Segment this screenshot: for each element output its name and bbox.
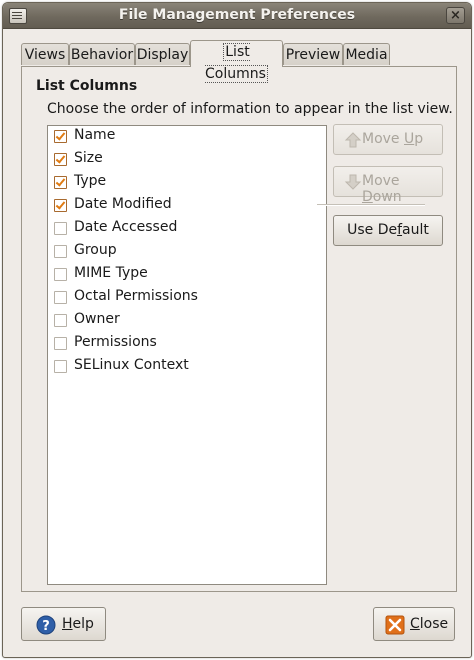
group-checkbox[interactable] (54, 245, 67, 258)
list-item-date-accessed[interactable]: Date Accessed (48, 218, 326, 240)
arrow-down-icon (344, 174, 362, 190)
list-item-label: MIME Type (74, 265, 148, 281)
move-up-button[interactable]: Move Up (333, 124, 443, 155)
list-item-name[interactable]: Name (48, 126, 326, 148)
list-item-label: SELinux Context (74, 357, 189, 373)
preferences-window: File Management Preferences × Views Beha… (2, 2, 472, 658)
mime-type-checkbox[interactable] (54, 268, 67, 281)
title-bar[interactable]: File Management Preferences × (3, 3, 471, 29)
list-item-date-modified[interactable]: Date Modified (48, 195, 326, 217)
arrow-up-icon (344, 132, 362, 148)
list-item-octal-permissions[interactable]: Octal Permissions (48, 287, 326, 309)
tab-views[interactable]: Views (21, 43, 69, 65)
date-modified-checkbox[interactable] (54, 199, 67, 212)
column-list[interactable]: Name Size Type Date Modified Date Access… (47, 125, 327, 585)
list-item-label: Date Accessed (74, 219, 178, 235)
tab-list-columns[interactable]: List Columns (190, 40, 283, 83)
tab-display[interactable]: Display (135, 43, 190, 65)
octal-permissions-checkbox[interactable] (54, 291, 67, 304)
window-close-icon[interactable]: × (446, 7, 465, 24)
move-down-button[interactable]: Move Down (333, 166, 443, 205)
help-icon: ? (36, 615, 56, 635)
list-item-label: Date Modified (74, 196, 172, 212)
list-item-owner[interactable]: Owner (48, 310, 326, 332)
tab-preview[interactable]: Preview (283, 43, 343, 65)
list-item-mime-type[interactable]: MIME Type (48, 264, 326, 286)
use-default-label: Use Default (347, 222, 429, 238)
section-title: List Columns (36, 78, 138, 94)
tab-behavior[interactable]: Behavior (69, 43, 135, 65)
list-item-label: Group (74, 242, 117, 258)
owner-checkbox[interactable] (54, 314, 67, 327)
close-label: Close (410, 616, 449, 632)
help-label: Help (62, 616, 94, 632)
list-item-label: Owner (74, 311, 120, 327)
list-item-group[interactable]: Group (48, 241, 326, 263)
list-item-label: Type (74, 173, 107, 189)
tab-media[interactable]: Media (343, 43, 390, 65)
list-item-label: Octal Permissions (74, 288, 198, 304)
permissions-checkbox[interactable] (54, 337, 67, 350)
help-button[interactable]: ? Help (21, 607, 106, 641)
list-item-selinux-context[interactable]: SELinux Context (48, 356, 326, 378)
section-description: Choose the order of information to appea… (47, 101, 453, 117)
list-item-permissions[interactable]: Permissions (48, 333, 326, 355)
list-item-size[interactable]: Size (48, 149, 326, 171)
move-up-label: Move Up (362, 131, 424, 147)
button-separator (317, 204, 425, 205)
window-menu-icon[interactable] (9, 8, 27, 24)
type-checkbox[interactable] (54, 176, 67, 189)
close-icon (385, 615, 405, 635)
list-item-label: Permissions (74, 334, 157, 350)
window-title: File Management Preferences (118, 7, 356, 23)
list-item-label: Size (74, 150, 103, 166)
name-checkbox[interactable] (54, 130, 67, 143)
selinux-context-checkbox[interactable] (54, 360, 67, 373)
size-checkbox[interactable] (54, 153, 67, 166)
date-accessed-checkbox[interactable] (54, 222, 67, 235)
use-default-button[interactable]: Use Default (333, 215, 443, 246)
close-button[interactable]: Close (373, 607, 455, 641)
move-down-label: Move Down (362, 173, 402, 205)
list-item-label: Name (74, 127, 116, 143)
list-item-type[interactable]: Type (48, 172, 326, 194)
svg-text:?: ? (42, 619, 50, 634)
